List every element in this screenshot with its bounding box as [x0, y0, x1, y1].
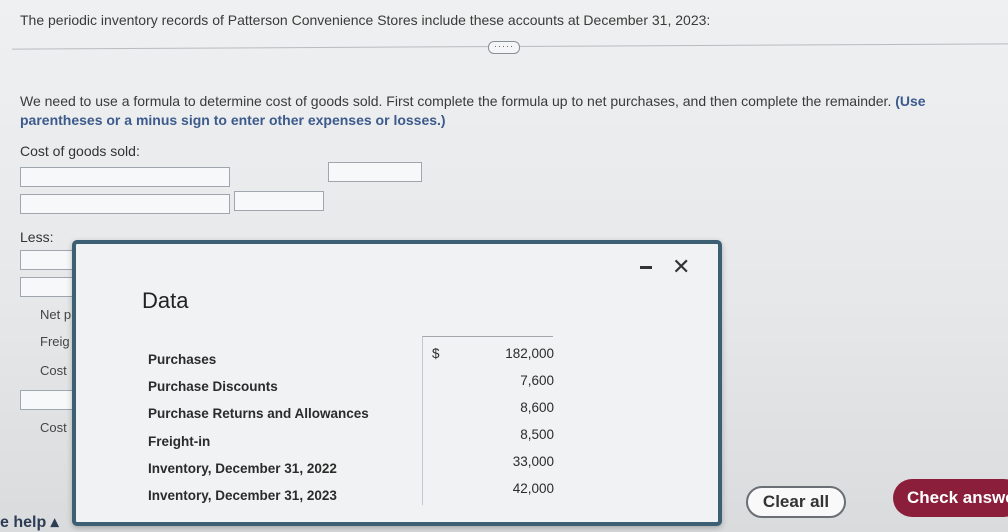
minimize-icon[interactable] [640, 266, 652, 269]
answer-field[interactable] [20, 390, 80, 410]
close-icon[interactable]: ✕ [672, 256, 690, 278]
cogs-label: Cost of goods sold: [20, 143, 140, 159]
table-row-value: 42,000 [512, 481, 554, 496]
instructions-text: We need to use a formula to determine co… [20, 93, 892, 109]
answer-field[interactable] [234, 191, 324, 211]
answer-field[interactable] [20, 167, 230, 187]
table-row-label: Inventory, December 31, 2022 [148, 461, 337, 476]
answer-field[interactable] [20, 250, 80, 270]
table-row-value: 33,000 [512, 454, 554, 469]
table-row-label: Purchase Discounts [148, 379, 278, 394]
question-intro: The periodic inventory records of Patter… [20, 12, 711, 28]
cost-label: Cost [40, 363, 67, 378]
table-row-label: Purchases [148, 352, 217, 367]
table-row-value: 7,600 [520, 373, 554, 388]
freight-label: Freig [40, 334, 70, 349]
table-row-value: 8,500 [520, 427, 554, 442]
table-row-label: Freight-in [148, 434, 211, 449]
less-label: Less: [20, 229, 54, 245]
answer-field[interactable] [20, 194, 230, 214]
answer-field[interactable] [328, 162, 422, 182]
net-purchases-label: Net p [40, 307, 72, 322]
table-row-value: 182,000 [505, 346, 554, 361]
table-row-value: 8,600 [520, 400, 554, 415]
dialog-title: Data [142, 288, 189, 313]
instructions: We need to use a formula to determine co… [20, 92, 1008, 130]
values-column [422, 336, 553, 505]
answer-field[interactable] [20, 277, 80, 297]
table-row-label: Inventory, December 31, 2023 [148, 488, 337, 503]
data-dialog: Data ✕ Purchases Purchase Discounts Purc… [72, 240, 722, 526]
clear-all-button[interactable]: Clear all [746, 486, 846, 518]
help-menu[interactable]: e help ▴ [0, 512, 59, 532]
expand-more-button[interactable]: ····· [488, 41, 520, 54]
cost-label: Cost [40, 420, 67, 435]
check-answer-button[interactable]: Check answe [893, 479, 1008, 517]
table-row-label: Purchase Returns and Allowances [148, 406, 369, 421]
